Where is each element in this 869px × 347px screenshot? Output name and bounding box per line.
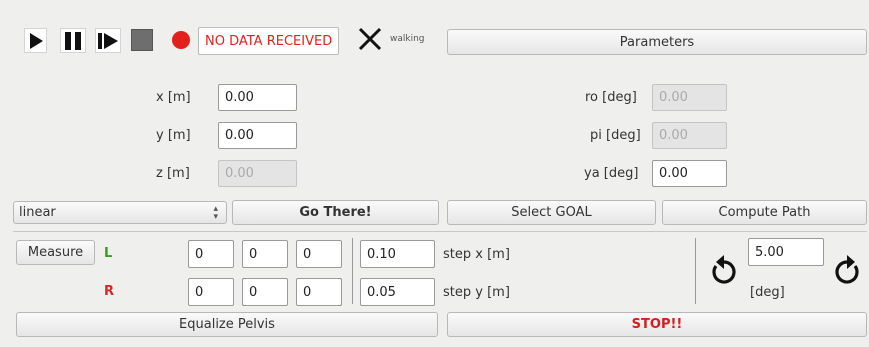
- y-input[interactable]: 0.00: [218, 122, 297, 149]
- pause-icon: [65, 31, 81, 50]
- steps-divider: [352, 238, 353, 304]
- play-button[interactable]: [24, 28, 47, 53]
- mode-select[interactable]: linear ▴ ▾: [13, 201, 227, 224]
- step-forward-button[interactable]: [95, 28, 121, 53]
- select-goal-button[interactable]: Select GOAL: [447, 200, 656, 225]
- right-foot-input-1[interactable]: 0: [188, 278, 234, 306]
- status-indicator-dot: [172, 31, 190, 49]
- status-field: NO DATA RECEIVED: [198, 27, 339, 55]
- equalize-pelvis-button[interactable]: Equalize Pelvis: [16, 312, 438, 337]
- ro-label: ro [deg]: [585, 89, 637, 105]
- x-input[interactable]: 0.00: [218, 84, 297, 111]
- right-foot-input-3[interactable]: 0: [296, 278, 342, 306]
- compute-path-button[interactable]: Compute Path: [662, 200, 867, 225]
- right-foot-label: R: [104, 283, 115, 299]
- left-foot-input-3[interactable]: 0: [296, 240, 342, 268]
- walking-label: walking: [390, 34, 425, 44]
- rotate-ccw-button[interactable]: [708, 252, 740, 288]
- rotate-cw-icon: [835, 255, 859, 284]
- x-label: x [m]: [156, 89, 191, 105]
- play-icon: [29, 32, 43, 49]
- ro-input: 0.00: [652, 84, 727, 111]
- left-foot-input-1[interactable]: 0: [188, 240, 234, 268]
- left-foot-input-2[interactable]: 0: [242, 240, 288, 268]
- close-x-icon: [358, 27, 382, 51]
- mode-select-value: linear: [19, 205, 56, 220]
- left-foot-label: L: [104, 245, 113, 261]
- z-input: 0.00: [218, 160, 297, 187]
- rotate-ccw-icon: [712, 255, 736, 284]
- step-x-label: step x [m]: [443, 246, 510, 262]
- status-text: NO DATA RECEIVED: [205, 33, 333, 49]
- pi-input: 0.00: [652, 122, 727, 149]
- ya-label: ya [deg]: [584, 165, 639, 181]
- step-y-label: step y [m]: [443, 284, 510, 300]
- right-foot-input-2[interactable]: 0: [242, 278, 288, 306]
- section-divider: [13, 231, 867, 232]
- z-label: z [m]: [156, 165, 190, 181]
- pause-button[interactable]: [60, 28, 86, 53]
- rotation-divider: [695, 238, 696, 304]
- stop-square-button[interactable]: [131, 29, 153, 51]
- rotation-deg-input[interactable]: 5.00: [748, 238, 824, 266]
- pi-label: pi [deg]: [590, 127, 641, 143]
- step-y-input[interactable]: 0.05: [360, 278, 435, 306]
- updown-chevron-icon: ▴ ▾: [213, 203, 218, 222]
- ya-input[interactable]: 0.00: [652, 160, 727, 187]
- rotate-cw-button[interactable]: [831, 252, 863, 288]
- step-forward-icon: [98, 32, 118, 49]
- rotation-deg-label: [deg]: [750, 284, 785, 300]
- y-label: y [m]: [156, 127, 191, 143]
- parameters-button[interactable]: Parameters: [447, 29, 867, 55]
- measure-button[interactable]: Measure: [16, 240, 95, 265]
- walking-checkbox[interactable]: [358, 27, 382, 51]
- go-there-button[interactable]: Go There!: [232, 200, 439, 225]
- step-x-input[interactable]: 0.10: [360, 240, 435, 268]
- stop-button[interactable]: STOP!!: [447, 312, 867, 337]
